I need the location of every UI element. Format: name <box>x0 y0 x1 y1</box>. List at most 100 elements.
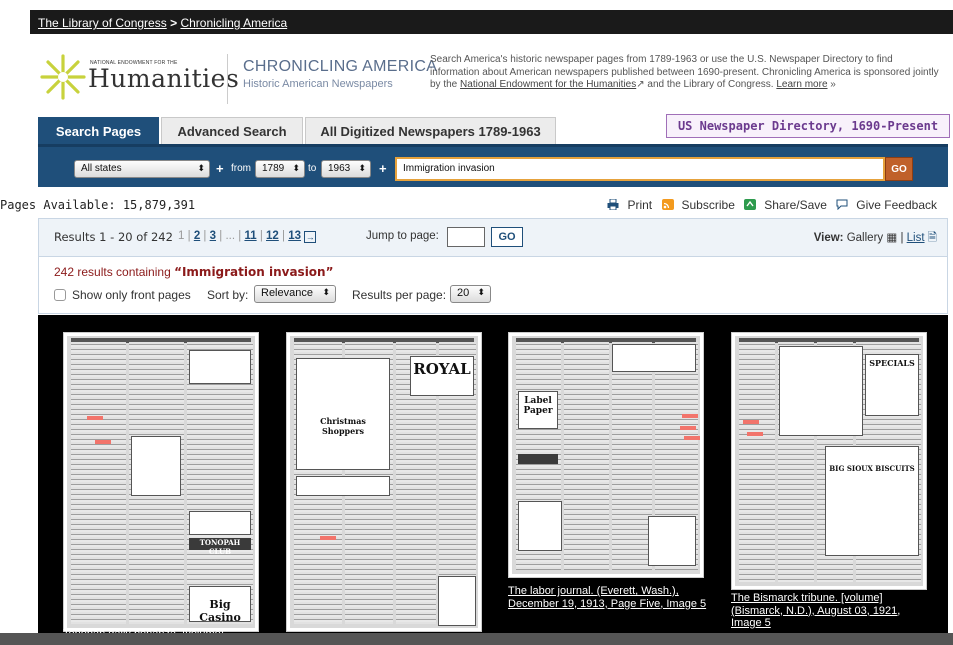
page-13-link[interactable]: 13 <box>288 230 301 242</box>
neh-link[interactable]: National Endowment for the Humanities <box>460 79 636 90</box>
pager-ellipsis: ... <box>225 230 236 242</box>
pager-sep: | <box>219 230 223 242</box>
from-year-value: 1789 <box>262 163 285 174</box>
pager-sep: | <box>282 230 286 242</box>
jump-go-button[interactable]: GO <box>491 227 523 247</box>
print-icon <box>607 199 619 210</box>
breadcrumb-separator: > <box>170 16 178 30</box>
select-arrows-icon: ⬍ <box>197 163 205 173</box>
results-panel: Results 1 - 20 of 242 1 | 2 | 3 | ... | … <box>38 218 948 314</box>
learn-more-suffix: » <box>827 79 836 90</box>
desc-text-2: and the Library of Congress. <box>644 79 777 90</box>
from-year-select[interactable]: 1789 ⬍ <box>255 160 305 178</box>
newspaper-page-image: TONOPAH CLUB Big Casino <box>67 336 255 628</box>
tab-advanced-search[interactable]: Advanced Search <box>161 117 303 144</box>
share-icon <box>744 199 757 210</box>
front-pages-label: Show only front pages <box>72 288 191 302</box>
pager-sep: | <box>203 230 207 242</box>
pages-available: Pages Available: 15,879,391 <box>0 198 196 212</box>
share-link[interactable]: Share/Save <box>744 198 827 212</box>
learn-more-link[interactable]: Learn more <box>776 79 827 90</box>
tab-all-digitized[interactable]: All Digitized Newspapers 1789-1963 <box>305 117 556 144</box>
speech-bubble-icon <box>836 199 848 210</box>
summary-query: “Immigration invasion” <box>174 265 334 279</box>
specials-text: SPECIALS <box>869 358 915 368</box>
state-select-value: All states <box>81 163 122 174</box>
page-1-current: 1 <box>178 230 185 242</box>
share-label: Share/Save <box>764 198 827 212</box>
tonopah-club-text: TONOPAH CLUB <box>199 538 241 556</box>
front-pages-option[interactable]: Show only front pages <box>54 288 191 302</box>
document-icon[interactable]: 🗎 <box>928 232 937 244</box>
neh-wordmark[interactable]: Humanities <box>88 64 239 93</box>
newspaper-page-image: Label Paper <box>512 336 700 574</box>
state-select[interactable]: All states ⬍ <box>74 160 210 178</box>
jump-label: Jump to page: <box>366 230 439 242</box>
results-count: Results 1 - 20 of 242 <box>54 230 173 244</box>
view-sep: | <box>900 232 904 244</box>
print-link[interactable]: Print <box>607 198 652 212</box>
tab-search-pages[interactable]: Search Pages <box>38 117 159 144</box>
site-title[interactable]: CHRONICLING AMERICA <box>243 58 437 76</box>
select-arrows-icon: ⬍ <box>292 163 300 173</box>
feedback-link[interactable]: Give Feedback <box>836 198 937 212</box>
gallery-grid-icon: ▦ <box>886 232 898 244</box>
to-year-select[interactable]: 1963 ⬍ <box>321 160 371 178</box>
royal-text: ROYAL <box>413 360 471 378</box>
pagination: 1 | 2 | 3 | ... | 11 | 12 | 13 → <box>178 230 317 243</box>
result-thumbnail-3[interactable]: Label Paper <box>508 332 704 578</box>
result-caption-3[interactable]: The labor journal. (Everett, Wash.), Dec… <box>508 585 708 610</box>
next-page-icon[interactable]: → <box>304 231 317 243</box>
rpp-select[interactable]: 20 ⬍ <box>450 285 491 303</box>
header-divider <box>227 54 228 104</box>
search-go-button[interactable]: GO <box>885 157 913 181</box>
subscribe-link[interactable]: Subscribe <box>661 198 735 212</box>
list-view-link[interactable]: List <box>907 232 925 244</box>
christmas-shoppers-text: Christmas Shoppers <box>320 416 366 436</box>
site-header: NATIONAL ENDOWMENT FOR THE Humanities CH… <box>30 38 953 116</box>
plus-sign: + <box>379 161 387 176</box>
view-label: View: <box>813 232 844 244</box>
newspaper-directory-button[interactable]: US Newspaper Directory, 1690-Present <box>666 114 950 138</box>
newspaper-page-image: Christmas Shoppers ROYAL <box>290 336 478 628</box>
select-arrows-icon: ⬍ <box>358 163 366 173</box>
result-thumbnail-2[interactable]: Christmas Shoppers ROYAL <box>286 332 482 632</box>
select-arrows-icon: ⬍ <box>322 287 330 297</box>
rpp-label: Results per page: <box>352 288 447 302</box>
top-nav-bar: The Library of Congress > Chronicling Am… <box>30 10 953 34</box>
site-subtitle: Historic American Newspapers <box>243 78 393 90</box>
sort-select[interactable]: Relevance ⬍ <box>254 285 336 303</box>
page-3-link[interactable]: 3 <box>210 230 216 242</box>
window-bottom-edge <box>0 633 953 645</box>
results-toolbar: Results 1 - 20 of 242 1 | 2 | 3 | ... | … <box>39 219 947 257</box>
result-caption-4[interactable]: The Bismarck tribune. [volume] (Bismarck… <box>731 592 931 630</box>
result-thumbnail-1[interactable]: TONOPAH CLUB Big Casino <box>63 332 259 632</box>
result-thumbnail-4[interactable]: SPECIALS BIG SIOUX BISCUITS <box>731 332 927 590</box>
search-input[interactable]: Immigration invasion <box>395 157 885 181</box>
pager-sep: | <box>238 230 242 242</box>
front-pages-checkbox[interactable] <box>54 289 66 301</box>
site-description: Search America's historic newspaper page… <box>430 54 940 92</box>
page-12-link[interactable]: 12 <box>266 230 279 242</box>
page-tools: Print Subscribe Share/Save Give Feedback <box>601 198 937 212</box>
gallery-view-current: Gallery <box>846 232 884 244</box>
neh-logo-icon[interactable] <box>38 52 88 102</box>
sort-label: Sort by: <box>207 288 249 302</box>
rpp-select-value: 20 <box>457 287 470 299</box>
label-paper-text: Label Paper <box>523 396 553 416</box>
page-11-link[interactable]: 11 <box>244 230 256 242</box>
from-label: from <box>231 163 251 174</box>
subscribe-label: Subscribe <box>681 198 735 212</box>
big-casino-text: Big Casino <box>199 598 241 624</box>
sort-select-value: Relevance <box>261 287 313 299</box>
loc-link[interactable]: The Library of Congress <box>38 16 167 30</box>
big-sioux-biscuits-text: BIG SIOUX BISCUITS <box>829 464 915 473</box>
print-label: Print <box>627 198 653 212</box>
jump-page-input[interactable] <box>447 227 485 247</box>
external-link-icon: ↗ <box>636 79 645 90</box>
search-bar: All states ⬍ + from 1789 ⬍ to 1963 ⬍ + Immi… <box>38 144 948 187</box>
page-2-link[interactable]: 2 <box>194 230 200 242</box>
feedback-label: Give Feedback <box>856 198 937 212</box>
chronicling-america-link[interactable]: Chronicling America <box>180 16 287 30</box>
pager-sep: | <box>187 230 191 242</box>
